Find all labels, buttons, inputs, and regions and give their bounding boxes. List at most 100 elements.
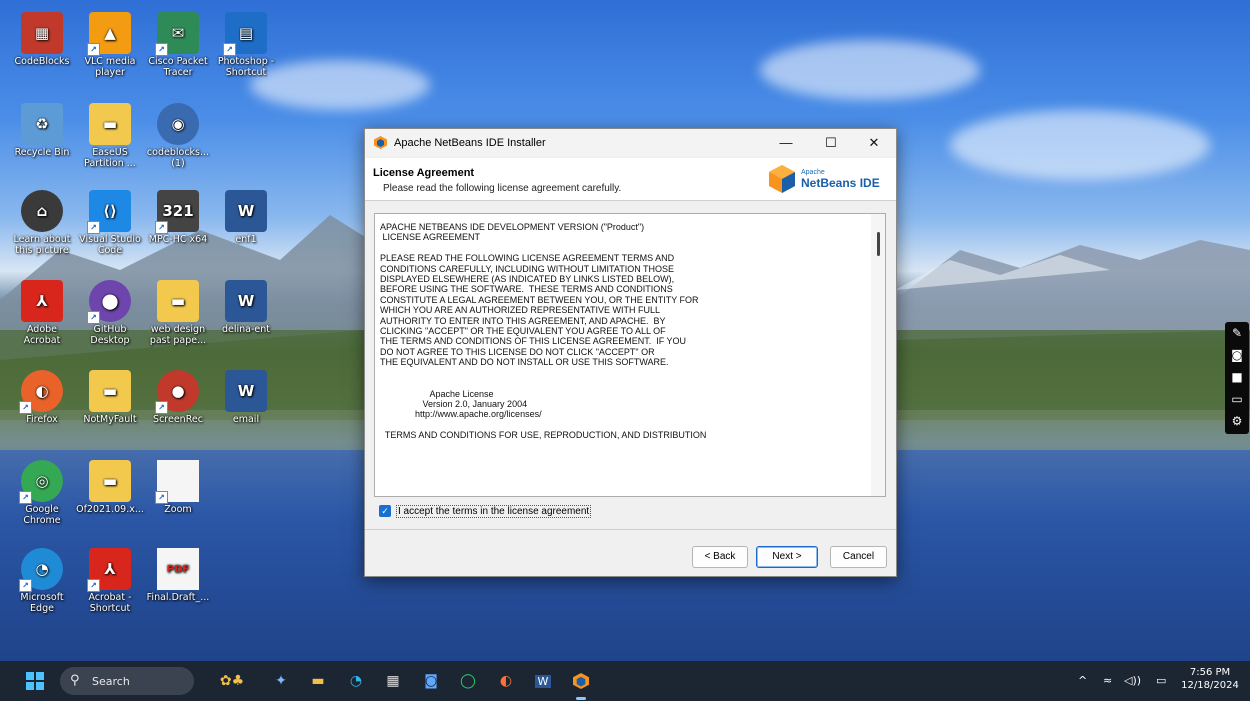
netbeans-logo: Apache NetBeans IDE	[765, 162, 895, 196]
word-taskbar-button[interactable]: W	[530, 668, 556, 694]
dialog-titlebar[interactable]: Apache NetBeans IDE Installer — ☐ ✕	[365, 129, 896, 157]
file-explorer-button[interactable]: ▬	[305, 668, 331, 694]
word-document-icon: W	[225, 190, 267, 232]
dialog-header: License Agreement Please read the follow…	[365, 158, 896, 201]
desktop-icon-enf1[interactable]: W enf1	[212, 190, 280, 245]
back-button[interactable]: < Back	[692, 546, 748, 568]
maximize-button[interactable]: ☐	[809, 129, 853, 157]
desktop-icon-codeblocks[interactable]: ▦ CodeBlocks	[8, 12, 76, 67]
desktop-icon-zoom[interactable]: ↗ Zoom	[144, 460, 212, 515]
icon-label: Google Chrome	[23, 504, 61, 526]
desktop-icon-email[interactable]: W email	[212, 370, 280, 425]
minimize-button[interactable]: —	[764, 129, 808, 157]
installer-icon: ◉	[157, 103, 199, 145]
desktop-icon-delina-ent[interactable]: W delina-ent	[212, 280, 280, 335]
desktop-icon-screenrec[interactable]: ● ↗ ScreenRec	[144, 370, 212, 425]
scrollbar-thumb[interactable]	[877, 232, 880, 256]
license-scrollbar[interactable]	[871, 214, 885, 496]
recycle-bin-icon: ♻	[21, 103, 63, 145]
pdf-file-icon: PDF	[157, 548, 199, 590]
acrobat-icon: ⅄	[21, 280, 63, 322]
desktop-icon-final-draft[interactable]: PDF Final.Draft_...	[144, 548, 212, 603]
cancel-button[interactable]: Cancel	[830, 546, 887, 568]
dialog-title: Apache NetBeans IDE Installer	[394, 137, 546, 149]
header-subtitle: Please read the following license agreem…	[383, 183, 622, 194]
icon-label: email	[232, 414, 260, 425]
desktop-icon-recycle-bin[interactable]: ♻ Recycle Bin	[8, 103, 76, 158]
icon-label: Zoom	[164, 504, 192, 515]
netbeans-taskbar-button[interactable]	[568, 668, 594, 694]
battery-icon[interactable]: ▭	[1156, 674, 1166, 687]
icon-label: Of2021.09.x...	[76, 504, 144, 515]
taskbar-clock[interactable]: 7:56 PM 12/18/2024	[1180, 666, 1240, 692]
search-icon: ⚲	[70, 673, 80, 688]
close-button[interactable]: ✕	[852, 129, 896, 157]
desktop-icon-firefox[interactable]: ◐ ↗ Firefox	[8, 370, 76, 425]
desktop-icon-adobe-acrobat[interactable]: ⅄ Adobe Acrobat	[8, 280, 76, 346]
firefox-taskbar-button[interactable]: ◐	[493, 668, 519, 694]
copilot-button[interactable]: ✦	[268, 668, 294, 694]
clock-date: 12/18/2024	[1181, 680, 1239, 691]
store-taskbar-button[interactable]: ▦	[380, 668, 406, 694]
volume-icon[interactable]: ◁))	[1124, 674, 1141, 687]
desktop-icon-mpc-hc[interactable]: 321 ↗ MPC-HC x64	[144, 190, 212, 245]
icon-label: CodeBlocks	[14, 56, 70, 67]
desktop-icon-notmyfault[interactable]: ▬ NotMyFault	[76, 370, 144, 425]
video-icon[interactable]: ■	[1225, 366, 1249, 388]
blank-file-icon: ↗	[155, 460, 199, 504]
desktop-icon-acrobat-shortcut[interactable]: ⅄ ↗ Acrobat - Shortcut	[76, 548, 144, 614]
icon-label: GitHub Desktop	[90, 324, 130, 346]
accept-license-checkbox[interactable]: ✓	[379, 505, 391, 517]
window-icon[interactable]: ▭	[1225, 388, 1249, 410]
icon-label: codeblocks... (1)	[146, 147, 210, 169]
codeblocks-icon: ▦	[21, 12, 63, 54]
mpc-hc-icon: 321 ↗	[155, 190, 199, 234]
license-text: APACHE NETBEANS IDE DEVELOPMENT VERSION …	[380, 222, 707, 441]
whatsapp-taskbar-button[interactable]: ◯	[455, 668, 481, 694]
footer-separator	[365, 529, 896, 530]
icon-label: Visual Studio Code	[79, 234, 141, 256]
camera-icon[interactable]: ◙	[1225, 344, 1249, 366]
desktop-icon-chrome[interactable]: ◎ ↗ Google Chrome	[8, 460, 76, 526]
desktop-icon-codeblocks-installer[interactable]: ◉ codeblocks... (1)	[144, 103, 212, 169]
desktop-icon-github[interactable]: ⬤ ↗ GitHub Desktop	[76, 280, 144, 346]
icon-label: delina-ent	[221, 324, 270, 335]
pencil-icon[interactable]: ✎	[1225, 322, 1249, 344]
github-icon: ⬤ ↗	[87, 280, 131, 324]
icon-label: Recycle Bin	[14, 147, 70, 158]
netbeans-app-icon	[374, 136, 387, 149]
monitor-icon: ◙	[424, 673, 438, 689]
desktop-icon-vlc[interactable]: ▲ ↗ VLC media player	[76, 12, 144, 78]
desktop-icon-vscode[interactable]: ⟨⟩ ↗ Visual Studio Code	[76, 190, 144, 256]
desktop-icon-edge[interactable]: ◔ ↗ Microsoft Edge	[8, 548, 76, 614]
firefox-icon: ◐ ↗	[19, 370, 63, 414]
edge-taskbar-button[interactable]: ◔	[343, 668, 369, 694]
widgets-button[interactable]: ✿♣	[210, 668, 254, 694]
desktop-icon-cisco[interactable]: ✉ ↗ Cisco Packet Tracer	[144, 12, 212, 78]
desktop-icon-photoshop[interactable]: ▤ ↗ Photoshop - Shortcut	[212, 12, 280, 78]
start-button[interactable]	[22, 668, 48, 694]
desktop-icon-learn-about-picture[interactable]: ⌂ Learn about this picture	[8, 190, 76, 256]
show-hidden-icons-button[interactable]: ^	[1078, 674, 1087, 687]
icon-label: Adobe Acrobat	[23, 324, 61, 346]
installer-dialog: Apache NetBeans IDE Installer — ☐ ✕ Lice…	[364, 128, 897, 577]
folder-icon: ▬	[89, 103, 131, 145]
vscode-icon: ⟨⟩ ↗	[87, 190, 131, 234]
icon-label: Final.Draft_...	[146, 592, 210, 603]
gear-icon[interactable]: ⚙	[1225, 410, 1249, 432]
screen-app-taskbar-button[interactable]: ◙	[418, 668, 444, 694]
desktop-icon-of2021[interactable]: ▬ Of2021.09.x...	[76, 460, 144, 515]
next-button[interactable]: Next >	[756, 546, 818, 568]
icon-label: ScreenRec	[153, 414, 203, 425]
wifi-icon[interactable]: ≈	[1103, 674, 1112, 687]
widgets-icon: ✿♣	[219, 673, 245, 689]
icon-label: web design past pape...	[149, 324, 207, 346]
desktop-icon-web-design[interactable]: ▬ web design past pape...	[144, 280, 212, 346]
word-document-icon: W	[225, 370, 267, 412]
license-textarea[interactable]: APACHE NETBEANS IDE DEVELOPMENT VERSION …	[374, 213, 886, 497]
icon-label: VLC media player	[84, 56, 136, 78]
acrobat-icon: ⅄ ↗	[87, 548, 131, 592]
accept-license-label[interactable]: I accept the terms in the license agreem…	[396, 505, 592, 518]
desktop-icon-easeus[interactable]: ▬ EaseUS Partition ...	[76, 103, 144, 169]
taskbar-search[interactable]: ⚲ Search	[60, 667, 194, 695]
